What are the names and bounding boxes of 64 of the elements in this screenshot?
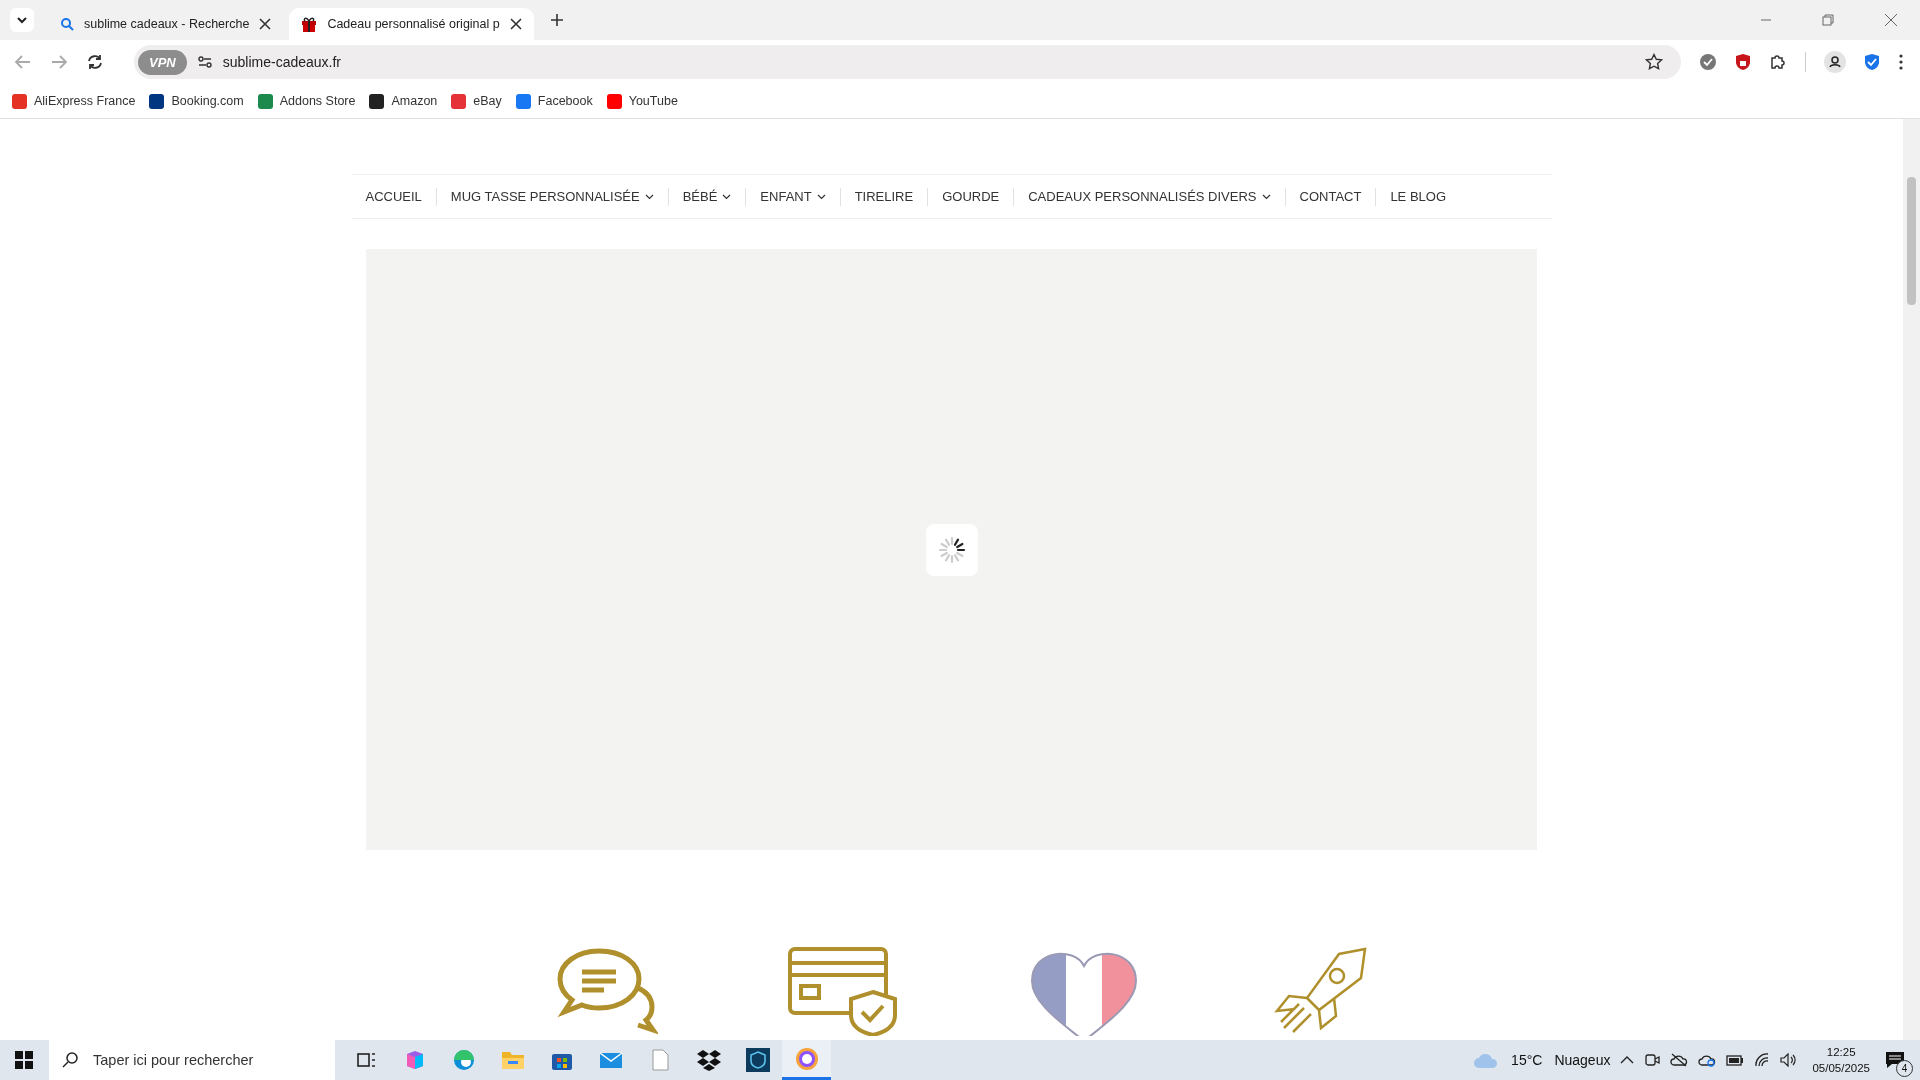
temperature-text[interactable]: 15°C [1511,1052,1543,1068]
close-icon[interactable] [259,18,272,30]
blank-file-icon [650,1049,669,1071]
search-icon [60,17,74,31]
profile-icon[interactable] [1824,51,1846,73]
browser-tab[interactable]: sublime cadeaux - Recherche [48,8,284,40]
cloud-off-icon[interactable] [1670,1053,1689,1067]
weather-text[interactable]: Nuageux [1554,1052,1611,1068]
menu-icon[interactable] [1898,53,1904,71]
nav-link[interactable]: GOURDE [942,189,1000,204]
nav-link[interactable]: CADEAUX PERSONNALISÉS DIVERS [1028,189,1271,204]
browser-tab[interactable]: Cadeau personnalisé original p [289,8,534,40]
bookmark-star-icon[interactable] [1645,53,1663,71]
shield-lock-icon[interactable] [1735,53,1751,71]
bookmark-link[interactable]: Booking.com [171,94,244,108]
taskbar-search-field[interactable]: Taper ici pour rechercher [49,1040,335,1080]
nav-link[interactable]: LE BLOG [1390,189,1447,204]
mail-icon [598,1050,623,1070]
nav-link[interactable]: CONTACT [1299,189,1362,204]
scrollbar[interactable] [1903,119,1920,1040]
address-field[interactable]: sublime-cadeaux.fr [222,54,341,70]
tab-title: Cadeau personnalisé original p [327,17,500,31]
reload-icon[interactable] [86,53,104,71]
ring-logo-icon [794,1046,819,1071]
search-icon [61,1051,79,1069]
camera-icon[interactable] [1644,1052,1661,1068]
bookmark-link[interactable]: AliExpress France [34,94,136,108]
nav-link[interactable]: ACCUEIL [365,189,422,204]
clock-date[interactable]: 05/05/2025 [1812,1060,1870,1076]
tab-title: sublime cadeaux - Recherche [84,17,250,31]
bookmark-link[interactable]: Facebook [537,94,593,108]
caret-icon [816,193,826,200]
cloud-sync-icon[interactable] [1698,1053,1717,1067]
loading-spinner-icon [925,523,978,576]
nav-link[interactable]: BÉBÉ [682,189,732,204]
shield-check-icon[interactable] [1864,53,1880,71]
bookmark-link[interactable]: Amazon [391,94,438,108]
nav-link[interactable]: MUG TASSE PERSONNALISÉE [450,189,654,204]
card-shield-icon [787,946,899,1036]
badge-check-icon[interactable] [1699,53,1717,71]
bookmark-link[interactable]: Addons Store [279,94,356,108]
caret-icon [644,193,654,200]
bookmark-link[interactable]: eBay [473,94,502,108]
caret-icon [722,193,732,200]
volume-icon[interactable] [1780,1053,1799,1067]
site-settings-icon[interactable] [196,54,213,70]
battery-icon[interactable] [1726,1054,1745,1066]
windows-logo-icon[interactable] [15,1051,33,1069]
folder-icon [500,1049,525,1071]
wifi-icon[interactable] [1754,1053,1771,1067]
nav-link[interactable]: TIRELIRE [854,189,914,204]
chevron-up-icon[interactable] [1620,1055,1635,1065]
new-tab-icon[interactable] [549,13,564,27]
restore-icon[interactable] [1822,14,1834,26]
notification-count: 4 [1896,1060,1913,1077]
shield-app-icon [745,1048,770,1072]
bookmark-link[interactable]: YouTube [628,94,678,108]
clock-time[interactable]: 12:25 [1826,1044,1856,1060]
tab-search-icon[interactable] [10,8,34,32]
extensions-icon[interactable] [1769,53,1787,71]
caret-icon [1261,193,1271,200]
gift-icon [301,16,318,32]
nav-link[interactable]: ENFANT [760,189,826,204]
close-icon[interactable] [509,18,522,30]
